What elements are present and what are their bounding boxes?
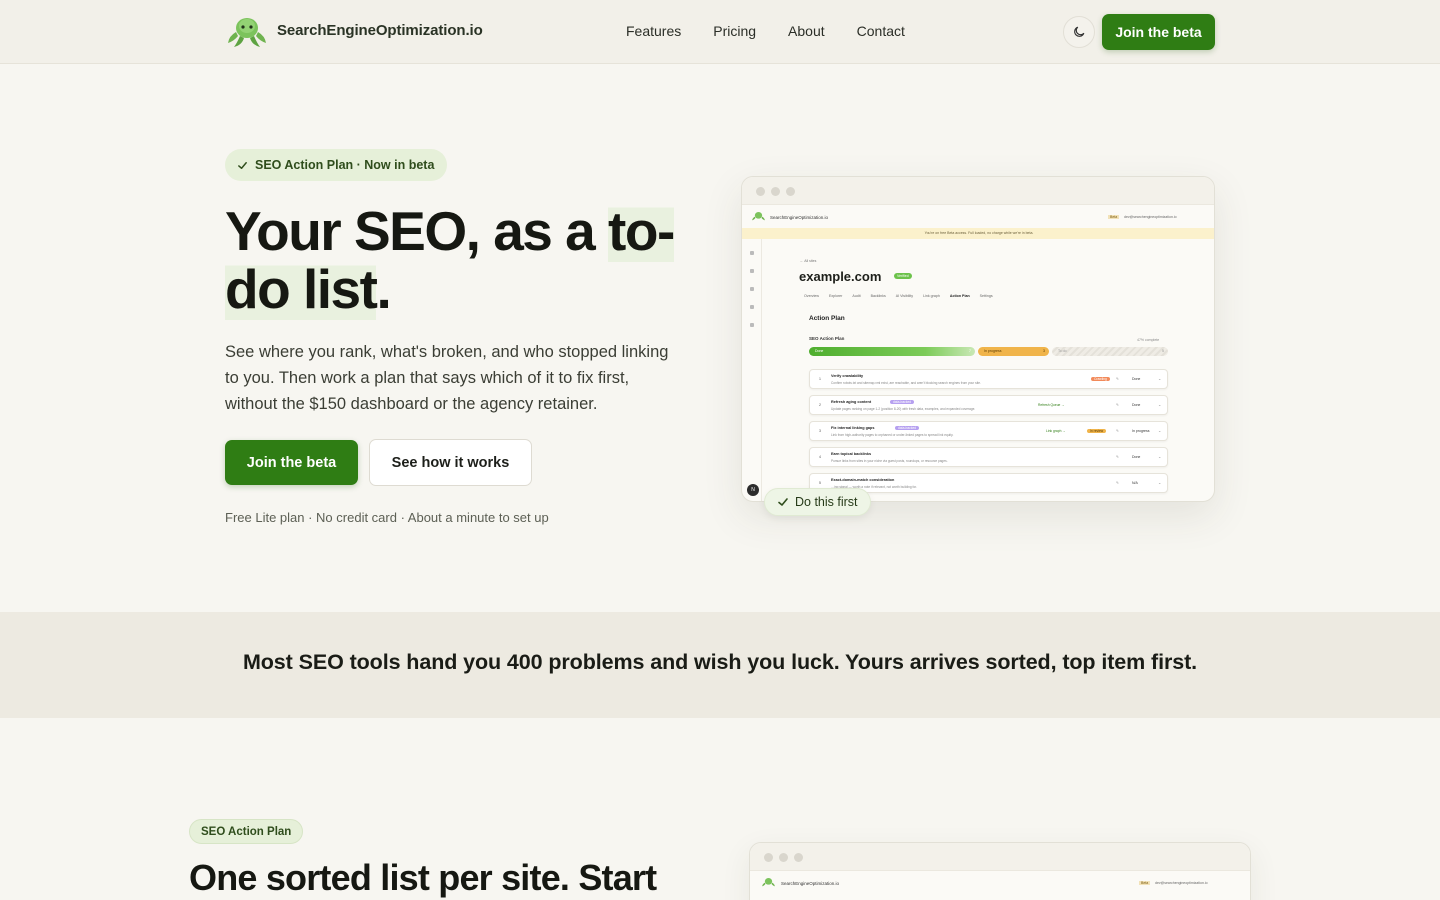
action-row: 2 Refresh aging content Update pages ran…: [809, 395, 1168, 415]
hero-title-highlight-2: do list: [225, 258, 378, 320]
theme-toggle-button[interactable]: [1063, 16, 1095, 48]
nav-link-pricing[interactable]: Pricing: [713, 23, 756, 39]
mockup-brand: SearchEngineOptimization.io: [770, 215, 829, 220]
section-pill: SEO Action Plan: [189, 819, 304, 844]
progress-to-do: To do 5: [1052, 347, 1168, 356]
mockup-tab: Settings: [979, 294, 993, 298]
moon-icon: [1074, 26, 1085, 37]
edit-icon: ✎: [1116, 377, 1119, 381]
action-row: 1 Verify crawlability Confirm robots.txt…: [809, 369, 1168, 389]
edit-icon: ✎: [1116, 481, 1119, 485]
edit-icon: ✎: [1116, 429, 1119, 433]
sidebar-icon: [750, 287, 754, 291]
mockup-email: dev@searchengineoptimization.io: [1124, 215, 1177, 219]
sidebar-icon: [750, 269, 754, 273]
window-dot-icon: [786, 187, 795, 196]
nav-links: Features Pricing About Contact: [626, 23, 905, 39]
sidebar-icon: [750, 323, 754, 327]
mockup-verified-badge: Verified: [894, 273, 912, 279]
app-screenshot-mockup: SearchEngineOptimization.io Beta dev@sea…: [741, 176, 1215, 502]
mockup-beta-notice: You're on free Beta access. Full loaded,…: [742, 228, 1214, 239]
top-navigation: SearchEngineOptimization.io Features Pri…: [0, 0, 1440, 64]
edit-icon: ✎: [1116, 403, 1119, 407]
mockup-site-name: example.com: [799, 269, 882, 284]
mockup-beta-badge: Beta: [1139, 881, 1151, 885]
join-beta-hero-button[interactable]: Join the beta: [225, 440, 358, 485]
do-this-first-badge: Do this first: [764, 488, 871, 516]
mockup-beta-badge: Beta: [1108, 215, 1120, 219]
window-dot-icon: [764, 853, 773, 862]
progress-in-progress: In progress 3: [978, 347, 1049, 356]
nav-link-contact[interactable]: Contact: [857, 23, 905, 39]
mockup-percent-complete: 47% complete: [1137, 338, 1160, 342]
window-dot-icon: [794, 853, 803, 862]
mockup-tab-active: Action Plan: [949, 294, 970, 298]
hero-fineprint: Free Lite plan · No credit card · About …: [225, 510, 549, 525]
mockup-tab: Audit: [852, 294, 861, 298]
mockup-tab: Explorer: [828, 294, 843, 298]
see-how-it-works-button[interactable]: See how it works: [369, 439, 532, 486]
window-dot-icon: [756, 187, 765, 196]
mockup-logo-icon: [752, 212, 765, 221]
chevron-down-icon: ⌄: [1158, 376, 1162, 381]
app-screenshot-mockup-2: SearchEngineOptimization.io Beta dev@sea…: [749, 842, 1251, 900]
mockup-tab: AI Visibility: [895, 294, 914, 298]
mockup-plan-title: SEO Action Plan: [809, 336, 845, 341]
action-row: 3 Fix internal linking gaps Link from hi…: [809, 421, 1168, 441]
mockup-logo-icon: [762, 878, 775, 887]
mockup-sidebar: [742, 239, 762, 501]
window-dot-icon: [771, 187, 780, 196]
hero-pill-label: SEO Action Plan · Now in beta: [255, 158, 435, 172]
check-icon: [238, 161, 247, 169]
hero-title-highlight-1: to-: [608, 200, 675, 262]
section-title: One sorted list per site. Start: [189, 857, 657, 898]
mockup-tab: Overview: [804, 294, 819, 298]
octopus-logo-icon: [228, 18, 266, 47]
mockup-tab: Backlinks: [870, 294, 886, 298]
sidebar-icon: [750, 251, 754, 255]
brand-link[interactable]: SearchEngineOptimization.io: [225, 12, 483, 48]
progress-done: Done 7: [809, 347, 975, 356]
chevron-down-icon: ⌄: [1158, 480, 1162, 485]
window-dot-icon: [779, 853, 788, 862]
mockup-back-link: ← All sites: [800, 259, 817, 263]
nav-link-features[interactable]: Features: [626, 23, 681, 39]
brand-name: SearchEngineOptimization.io: [277, 21, 483, 39]
mockup-tabs: Overview Explorer Audit Backlinks AI Vis…: [804, 294, 993, 298]
mockup-window-bar: [742, 177, 1214, 205]
avatar: N: [747, 484, 759, 496]
sidebar-icon: [750, 305, 754, 309]
hero-subtitle: See where you rank, what's broken, and w…: [225, 343, 669, 413]
value-prop-text: Most SEO tools hand you 400 problems and…: [242, 650, 1198, 674]
chevron-down-icon: ⌄: [1158, 454, 1162, 459]
hero-title: Your SEO, as a to-do list.: [225, 200, 695, 320]
hero-title-part1: Your SEO, as a: [225, 200, 609, 262]
edit-icon: ✎: [1116, 455, 1119, 459]
mockup-heading: Action Plan: [809, 315, 845, 322]
mockup-window-bar: [750, 843, 1250, 871]
hero-beta-pill: SEO Action Plan · Now in beta: [225, 149, 448, 181]
action-row: 4 Earn topical backlinks Pursue links fr…: [809, 447, 1168, 467]
mockup-brand: SearchEngineOptimization.io: [781, 881, 840, 886]
hero-title-end: .: [376, 258, 391, 320]
nav-link-about[interactable]: About: [788, 23, 825, 39]
chevron-down-icon: ⌄: [1158, 402, 1162, 407]
mockup-progress-bar: Done 7 In progress 3 To do 5: [809, 347, 1168, 356]
mockup-tab: Link graph: [923, 294, 940, 298]
mockup-email: dev@searchengineoptimization.io: [1155, 881, 1208, 885]
do-this-first-label: Do this first: [795, 495, 858, 509]
check-icon: [778, 498, 788, 506]
join-beta-nav-button[interactable]: Join the beta: [1102, 14, 1215, 50]
chevron-down-icon: ⌄: [1158, 428, 1162, 433]
